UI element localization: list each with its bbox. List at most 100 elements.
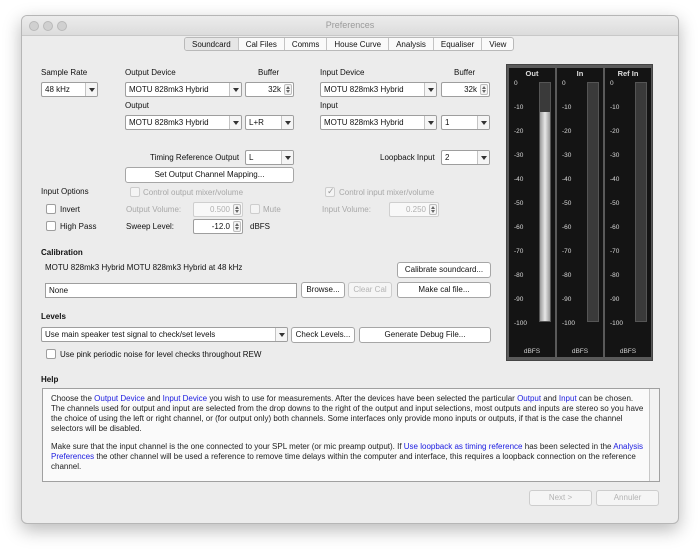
title-bar: Preferences	[22, 16, 678, 36]
help-text-run: Make sure that the input channel is the …	[51, 442, 404, 451]
input-value: MOTU 828mk3 Hybrid	[324, 118, 404, 127]
help-link[interactable]: Output Device	[94, 394, 145, 403]
stepper-arrows-icon[interactable]	[233, 221, 241, 232]
meter-bar	[587, 82, 599, 322]
levels-title: Levels	[41, 312, 66, 321]
control-input-mixer-checkbox[interactable]	[325, 186, 335, 197]
sweep-level-stepper[interactable]: -12.0	[193, 219, 243, 234]
input-device-value: MOTU 828mk3 Hybrid	[324, 85, 404, 94]
tab-soundcard[interactable]: Soundcard	[185, 38, 239, 50]
chevron-down-icon	[281, 116, 293, 129]
chevron-down-icon	[424, 116, 436, 129]
input-options-label: Input Options	[41, 187, 89, 196]
meter-unit: dBFS	[619, 348, 637, 355]
help-link[interactable]: Input	[559, 394, 577, 403]
loopback-input-label: Loopback Input	[380, 153, 435, 162]
calibrate-soundcard-button[interactable]: Calibrate soundcard...	[397, 262, 491, 278]
tab-analysis[interactable]: Analysis	[389, 38, 434, 50]
input-select[interactable]: MOTU 828mk3 Hybrid	[320, 115, 437, 130]
pink-noise-label: Use pink periodic noise for level checks…	[60, 350, 262, 359]
control-output-mixer-label: Control output mixer/volume	[143, 188, 244, 197]
input-volume-value: 0.250	[405, 205, 426, 214]
input-buffer-stepper[interactable]: 32k	[441, 82, 490, 97]
output-buffer-stepper[interactable]: 32k	[245, 82, 294, 97]
sample-rate-value: 48 kHz	[45, 85, 70, 94]
high-pass-checkbox[interactable]	[46, 221, 56, 231]
meter-tick-label: -10	[562, 104, 572, 111]
sample-rate-select[interactable]: 48 kHz	[41, 82, 98, 97]
input-volume-stepper[interactable]: 0.250	[389, 202, 439, 217]
high-pass-label: High Pass	[60, 222, 97, 231]
meter-tick-label: 0	[514, 80, 518, 87]
output-volume-label: Output Volume:	[126, 205, 182, 214]
set-output-channel-mapping-button[interactable]: Set Output Channel Mapping...	[125, 167, 294, 183]
timing-reference-label: Timing Reference Output	[150, 153, 240, 162]
invert-checkbox[interactable]	[46, 204, 56, 214]
meter-out: Out 0 -10 -20 -30 -40 -50 -60 -70 -80 -90 -100 dBF…	[509, 68, 555, 357]
meter-tick-label: -80	[610, 272, 620, 279]
output-channel-select[interactable]: L+R	[245, 115, 294, 130]
meter-tick-label: -100	[562, 320, 576, 327]
calibration-device-text: MOTU 828mk3 Hybrid MOTU 828mk3 Hybrid at…	[45, 263, 243, 272]
cancel-button[interactable]: Annuler	[596, 490, 659, 506]
meter-title: Ref In	[617, 69, 639, 78]
meter-tick-label: -90	[610, 296, 620, 303]
input-channel-value: 1	[445, 118, 450, 127]
stepper-arrows-icon[interactable]	[284, 84, 292, 95]
meter-tick-label: -20	[610, 128, 620, 135]
tab-house-curve[interactable]: House Curve	[327, 38, 390, 50]
help-link[interactable]: Input Device	[163, 394, 207, 403]
sample-rate-label: Sample Rate	[41, 68, 88, 77]
meter-ref-in: Ref In 0 -10 -20 -30 -40 -50 -60 -70 -80 -90 -100 …	[605, 68, 651, 357]
meter-tick-label: -30	[610, 152, 620, 159]
input-label: Input	[320, 101, 338, 110]
stepper-arrows-icon[interactable]	[480, 84, 488, 95]
help-scrollbar[interactable]	[649, 389, 659, 481]
input-device-select[interactable]: MOTU 828mk3 Hybrid	[320, 82, 437, 97]
output-volume-value: 0.500	[209, 205, 230, 214]
chevron-down-icon	[281, 151, 293, 164]
pink-noise-checkbox[interactable]	[46, 349, 56, 359]
chevron-down-icon	[229, 83, 241, 96]
output-volume-stepper[interactable]: 0.500	[193, 202, 243, 217]
cal-file-field[interactable]: None	[45, 283, 297, 298]
output-device-select[interactable]: MOTU 828mk3 Hybrid	[125, 82, 242, 97]
tab-comms[interactable]: Comms	[285, 38, 328, 50]
levels-signal-select[interactable]: Use main speaker test signal to check/se…	[41, 327, 288, 342]
meter-tick-label: -50	[610, 200, 620, 207]
clear-cal-button[interactable]: Clear Cal	[348, 282, 392, 298]
output-device-label: Output Device	[125, 68, 176, 77]
meter-tick-label: -60	[562, 224, 572, 231]
control-input-mixer-label: Control input mixer/volume	[339, 188, 435, 197]
generate-debug-file-button[interactable]: Generate Debug File...	[359, 327, 491, 343]
input-buffer-label: Buffer	[454, 68, 476, 77]
help-title: Help	[41, 375, 59, 384]
preferences-window: Preferences Soundcard Cal Files Comms Ho…	[21, 15, 679, 524]
check-levels-button[interactable]: Check Levels...	[291, 327, 355, 343]
tab-bar: Soundcard Cal Files Comms House Curve An…	[184, 37, 515, 51]
meter-tick-label: -20	[562, 128, 572, 135]
control-output-mixer-checkbox[interactable]	[130, 187, 140, 197]
sweep-level-label: Sweep Level:	[126, 222, 175, 231]
timing-reference-select[interactable]: L	[245, 150, 294, 165]
next-button[interactable]: Next >	[529, 490, 592, 506]
levels-signal-value: Use main speaker test signal to check/se…	[45, 330, 216, 339]
tab-view[interactable]: View	[482, 38, 513, 50]
help-text-run: has been selected in the	[522, 442, 614, 451]
input-channel-select[interactable]: 1	[441, 115, 490, 130]
help-text-run: you wish to use for measurements. After …	[207, 394, 518, 403]
tab-equaliser[interactable]: Equaliser	[434, 38, 483, 50]
help-link[interactable]: Use loopback as timing reference	[404, 442, 523, 451]
make-cal-file-button[interactable]: Make cal file...	[397, 282, 491, 298]
output-select[interactable]: MOTU 828mk3 Hybrid	[125, 115, 242, 130]
help-link[interactable]: Output	[517, 394, 541, 403]
browse-button[interactable]: Browse...	[301, 282, 345, 298]
loopback-input-select[interactable]: 2	[441, 150, 490, 165]
meter-tick-label: -90	[562, 296, 572, 303]
meter-tick-label: -80	[514, 272, 524, 279]
stepper-arrows-icon[interactable]	[429, 204, 437, 215]
stepper-arrows-icon[interactable]	[233, 204, 241, 215]
tab-cal-files[interactable]: Cal Files	[239, 38, 285, 50]
meter-unit: dBFS	[523, 348, 541, 355]
mute-checkbox[interactable]	[250, 204, 260, 214]
